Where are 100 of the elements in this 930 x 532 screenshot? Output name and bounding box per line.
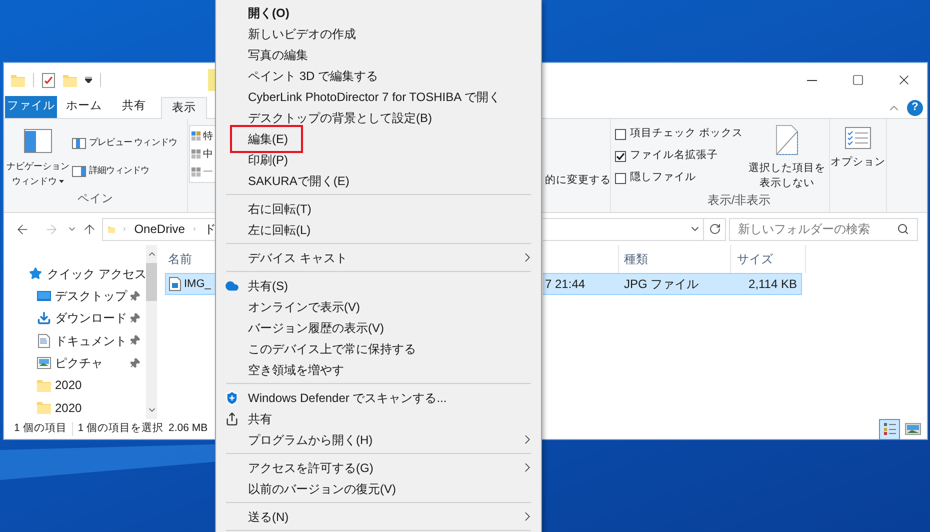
layout-icon xyxy=(191,131,201,141)
menu-item[interactable]: 以前のバージョンの復元(V) xyxy=(216,478,541,499)
pane-button[interactable]: 詳細ウィンドウ xyxy=(72,161,178,181)
breadcrumb[interactable]: ド xyxy=(204,220,216,238)
checkbox[interactable] xyxy=(615,172,626,184)
menu-item-label: SAKURAで開く(E) xyxy=(248,172,350,190)
status-text: 2.06 MB xyxy=(168,421,208,436)
file-type: JPG ファイル xyxy=(623,276,700,293)
menu-item-label: オンラインで表示(V) xyxy=(248,298,360,316)
menu-item-label: 共有 xyxy=(248,410,272,428)
file-row[interactable]: IMG_ xyxy=(165,273,216,295)
layout-option[interactable]: 特 xyxy=(191,128,216,144)
menu-item-label: 新しいビデオの作成 xyxy=(248,26,356,42)
layout-option[interactable]: 中 xyxy=(191,146,216,162)
menu-item-label: CyberLink PhotoDirector 7 for TOSHIBA で開く xyxy=(248,88,500,106)
ribbon-tab[interactable]: 表示 xyxy=(161,97,207,119)
folder-icon xyxy=(36,401,50,414)
menu-item-label: このデバイス上で常に保持する xyxy=(248,340,416,358)
ribbon-command[interactable]: 的に変更する xyxy=(543,173,611,189)
pane-icon xyxy=(72,166,86,176)
layout-icon xyxy=(191,149,201,159)
menu-item-label: 印刷(P) xyxy=(248,152,288,168)
menu-item-label: 開く(O) xyxy=(248,4,290,22)
menu-item[interactable]: 開く(O) xyxy=(216,2,541,23)
menu-item-label: バージョン履歴の表示(V) xyxy=(248,320,384,336)
group-label: 表示/非表示 xyxy=(706,192,771,209)
menu-item[interactable]: デバイス キャスト xyxy=(216,247,541,268)
menu-item[interactable]: 写真の編集 xyxy=(216,44,541,65)
page-icon xyxy=(776,125,798,155)
menu-item-label: ペイント 3D で編集する xyxy=(248,68,378,84)
checkbox[interactable] xyxy=(615,150,626,162)
download-icon xyxy=(36,311,50,326)
file-date: 7 21:44 xyxy=(544,276,586,293)
menu-item-label: 送る(N) xyxy=(248,508,289,526)
menu-item-label: 以前のバージョンの復元(V) xyxy=(248,480,396,498)
menu-item[interactable]: バージョン履歴の表示(V) xyxy=(216,317,541,338)
checklist-icon[interactable] xyxy=(42,72,55,88)
view-button[interactable] xyxy=(879,418,900,440)
nav-item[interactable]: ピクチャ xyxy=(4,352,146,374)
menu-item[interactable]: オンラインで表示(V) xyxy=(216,296,541,317)
file-size: 2,114 KB xyxy=(748,276,798,293)
checkbox[interactable] xyxy=(615,128,626,140)
nav-item[interactable]: ダウンロード xyxy=(4,307,146,330)
menu-item[interactable]: このデバイス上で常に保持する xyxy=(216,338,541,359)
nav-item[interactable]: ドキュメント xyxy=(4,330,146,352)
menu-item[interactable]: ペイント 3D で編集する xyxy=(216,65,541,86)
ribbon-tab[interactable]: ホーム xyxy=(61,96,107,118)
options-button[interactable]: オプション xyxy=(830,119,886,179)
scrollbar[interactable] xyxy=(146,245,158,419)
search-field[interactable]: 新しいフォルダーの検索 xyxy=(729,218,918,240)
menu-item[interactable]: 新しいビデオの作成 xyxy=(216,23,541,44)
document-icon xyxy=(38,334,50,348)
hide-selected-button[interactable]: 選択した項目を 表示しない xyxy=(747,119,827,191)
caret-icon xyxy=(59,180,64,183)
share-icon xyxy=(225,412,239,426)
layout-option[interactable]: 一 xyxy=(191,164,216,180)
ribbon-tab[interactable]: ファイル xyxy=(5,96,57,118)
refresh-button[interactable] xyxy=(704,218,726,240)
menu-item-label: プログラムから開く(H) xyxy=(248,432,373,448)
large-icons-view-icon xyxy=(904,423,920,435)
menu-item[interactable]: 左に回転(L) xyxy=(216,219,541,240)
menu-item[interactable]: 送る(N) xyxy=(216,506,541,527)
layout-icon xyxy=(191,167,201,177)
image-file-icon xyxy=(169,277,181,291)
star-icon xyxy=(29,267,42,280)
menu-item-label: デバイス キャスト xyxy=(248,250,348,266)
file-row[interactable]: 7 21:44 JPG ファイル 2,114 KB xyxy=(543,273,802,295)
nav-item[interactable]: クイック アクセス xyxy=(4,263,146,285)
pane-button[interactable]: プレビュー ウィンドウ xyxy=(72,133,178,153)
checkbox-label: 項目チェック ボックス xyxy=(630,126,743,142)
menu-item-label: 共有(S) xyxy=(248,278,288,294)
ribbon-tab[interactable]: 共有 xyxy=(111,96,157,118)
status-text: 1 個の項目 xyxy=(14,421,67,436)
group-label: ペイン xyxy=(78,192,114,207)
nav-item[interactable]: デスクトップ xyxy=(4,284,146,308)
column-header[interactable]: 名前 xyxy=(165,245,216,273)
menu-item-label: 左に回転(L) xyxy=(248,222,311,238)
menu-item-label: Windows Defender でスキャンする... xyxy=(248,390,447,406)
scrollbar-thumb[interactable] xyxy=(146,263,158,301)
menu-item[interactable]: 共有(S) xyxy=(216,275,541,296)
menu-item[interactable]: 空き領域を増やす xyxy=(216,359,541,380)
menu-item-label: 編集(E) xyxy=(230,124,303,152)
dropdown-icon[interactable] xyxy=(85,77,92,83)
pane-layout-icon xyxy=(24,129,52,153)
nav-item[interactable]: 2020 xyxy=(4,374,146,397)
menu-item[interactable]: プログラムから開く(H) xyxy=(216,429,541,450)
help-button[interactable]: ? xyxy=(907,100,923,116)
menu-item[interactable]: CyberLink PhotoDirector 7 for TOSHIBA で開く xyxy=(216,86,541,107)
picture-icon xyxy=(36,357,50,370)
maximize-icon xyxy=(852,74,864,86)
menu-item[interactable]: 共有 xyxy=(216,408,541,429)
menu-item[interactable]: アクセスを許可する(G) xyxy=(216,457,541,478)
menu-item[interactable]: Windows Defender でスキャンする... xyxy=(216,387,541,408)
menu-item[interactable]: 右に回転(T) xyxy=(216,198,541,219)
monitor-icon xyxy=(36,290,50,302)
folder-icon xyxy=(63,74,77,86)
breadcrumb[interactable]: OneDrive xyxy=(134,220,185,238)
navigation-pane-button[interactable]: ナビゲーション ウィンドウ xyxy=(4,119,70,191)
menu-item[interactable]: SAKURAで開く(E) xyxy=(216,170,541,191)
nav-item[interactable]: 2020 xyxy=(4,396,146,420)
